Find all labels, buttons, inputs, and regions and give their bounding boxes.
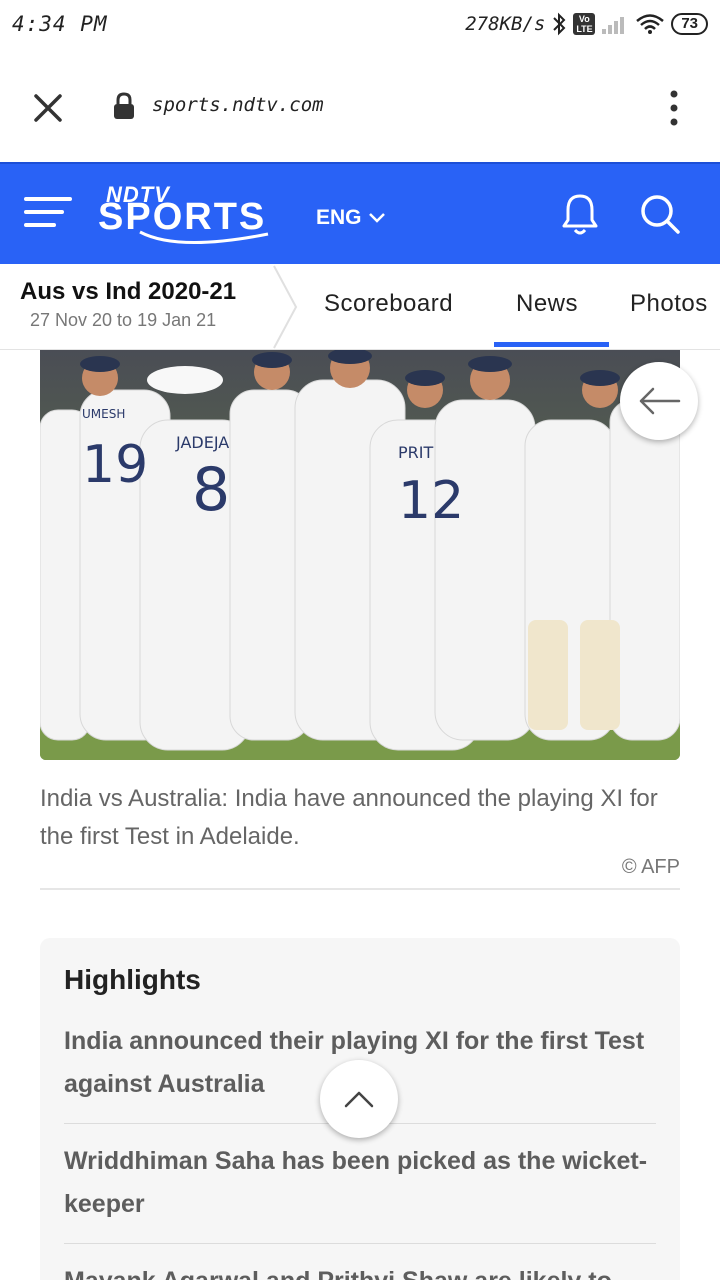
cricket-team-photo: UMESH 19 JADEJA 8 PRIT 12 <box>40 350 680 760</box>
language-selector[interactable]: ENG <box>316 206 386 230</box>
back-button[interactable] <box>620 362 698 440</box>
image-credit: © AFP <box>621 856 680 878</box>
status-right: 278KB/s Vo LTE 73 <box>465 12 708 36</box>
article-image[interactable]: UMESH 19 JADEJA 8 PRIT 12 <box>40 350 680 760</box>
highlight-item: Mayank Agarwal and Prithvi Shaw are like… <box>64 1260 656 1280</box>
network-speed: 278KB/s <box>465 13 546 35</box>
active-tab-indicator <box>494 342 609 347</box>
volte-icon: Vo LTE <box>573 13 596 35</box>
bell-icon[interactable] <box>560 192 600 236</box>
hamburger-menu-icon[interactable] <box>24 194 72 230</box>
series-title[interactable]: Aus vs Ind 2020-21 <box>20 278 236 306</box>
jersey-name-umesh: UMESH <box>82 407 125 421</box>
jersey-number-8: 8 <box>192 455 230 525</box>
status-bar: 4:34 PM 278KB/s Vo LTE 73 <box>0 0 720 50</box>
jersey-name-jadeja: JADEJA <box>175 433 229 452</box>
highlight-separator <box>64 1243 656 1244</box>
search-icon[interactable] <box>638 192 682 236</box>
more-vert-icon[interactable] <box>662 88 686 128</box>
chevron-down-icon <box>368 213 385 223</box>
image-caption: India vs Australia: India have announced… <box>40 785 658 850</box>
chevron-up-icon <box>344 1091 374 1108</box>
url-text[interactable]: sports.ndtv.com <box>152 94 324 116</box>
tab-photos[interactable]: Photos <box>630 290 708 318</box>
battery-icon: 73 <box>671 13 708 35</box>
ndtv-sports-logo[interactable]: NDTV SPORTS <box>98 182 308 246</box>
jersey-number-19: 19 <box>82 435 148 495</box>
arrow-left-icon <box>639 387 681 415</box>
language-label: ENG <box>316 206 362 229</box>
scroll-to-top-button[interactable] <box>320 1060 398 1138</box>
tab-scoreboard[interactable]: Scoreboard <box>324 290 453 318</box>
signal-icon <box>602 17 625 34</box>
bluetooth-icon <box>553 12 566 36</box>
wifi-icon <box>636 14 665 34</box>
site-header: NDTV SPORTS ENG <box>0 162 720 264</box>
tab-news[interactable]: News <box>516 290 578 318</box>
series-dates: 27 Nov 20 to 19 Jan 21 <box>30 310 217 330</box>
lock-icon <box>114 92 134 119</box>
highlight-item: Wriddhiman Saha has been picked as the w… <box>64 1147 648 1218</box>
chevron-right-divider-icon <box>273 265 298 349</box>
close-icon[interactable] <box>28 88 68 128</box>
status-time: 4:34 PM <box>12 12 108 36</box>
jersey-number-12: 12 <box>398 471 464 531</box>
jersey-name-prit: PRIT <box>398 443 433 462</box>
logo-swoosh <box>139 230 269 244</box>
divider <box>40 888 680 890</box>
highlights-title: Highlights <box>64 964 201 995</box>
series-nav: Aus vs Ind 2020-21 27 Nov 20 to 19 Jan 2… <box>0 264 720 350</box>
browser-bar: sports.ndtv.com <box>0 50 720 162</box>
